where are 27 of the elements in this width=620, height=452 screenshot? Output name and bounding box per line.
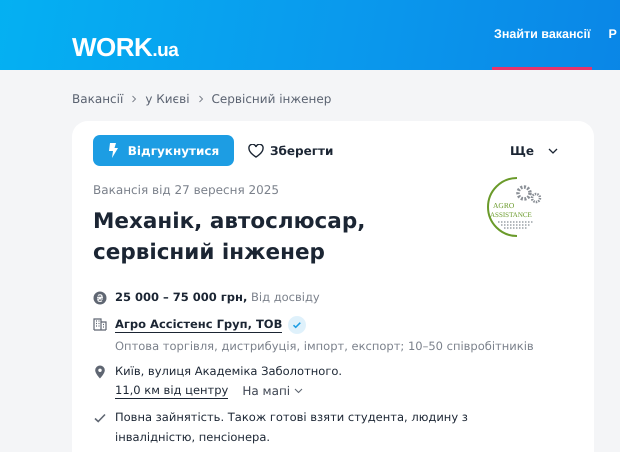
save-button[interactable]: Зберегти bbox=[244, 140, 338, 162]
chevron-down-icon bbox=[548, 148, 558, 154]
chevron-right-icon bbox=[131, 95, 138, 103]
building-icon bbox=[93, 317, 107, 331]
vacancy-title: Механік, автослюсар, сервісний інженер bbox=[93, 208, 366, 267]
nav-tab[interactable]: Р bbox=[606, 0, 619, 70]
nav-tab[interactable]: Знайти вакансії bbox=[492, 0, 592, 70]
distance-link[interactable]: 11,0 км від центру bbox=[115, 383, 228, 399]
salary-text: 25 000 – 75 000 грн, Від досвіду bbox=[115, 290, 320, 304]
checkmark-icon bbox=[93, 411, 107, 425]
apply-button[interactable]: Відгукнутися bbox=[93, 135, 234, 166]
address-text: Київ, вулиця Академіка Заболотного. bbox=[115, 364, 342, 378]
posted-date: Вакансія від 27 вересня 2025 bbox=[93, 183, 280, 197]
heart-icon bbox=[248, 144, 264, 158]
breadcrumb-link[interactable]: Вакансії bbox=[72, 92, 124, 106]
map-toggle[interactable]: На мапі bbox=[242, 384, 304, 398]
hryvnia-icon bbox=[93, 291, 107, 305]
chevron-right-icon bbox=[198, 95, 204, 103]
company-description: Оптова торгівля, дистрибуція, імпорт, експорт; 10–50 співробітників bbox=[115, 339, 534, 353]
more-button[interactable]: Ще bbox=[506, 140, 562, 162]
company-link[interactable]: Агро Ассістенс Груп, ТОВ bbox=[115, 317, 282, 333]
location-pin-icon bbox=[93, 365, 107, 379]
lightning-icon bbox=[108, 143, 118, 158]
breadcrumb-link[interactable]: Сервісний інженер bbox=[212, 92, 332, 106]
chevron-down-icon bbox=[294, 388, 304, 394]
breadcrumb-link[interactable]: у Києві bbox=[145, 92, 190, 106]
employment-text: Повна зайнятість. Також готові взяти студента, людину з інвалідністю, пенсіонера. bbox=[115, 409, 469, 446]
